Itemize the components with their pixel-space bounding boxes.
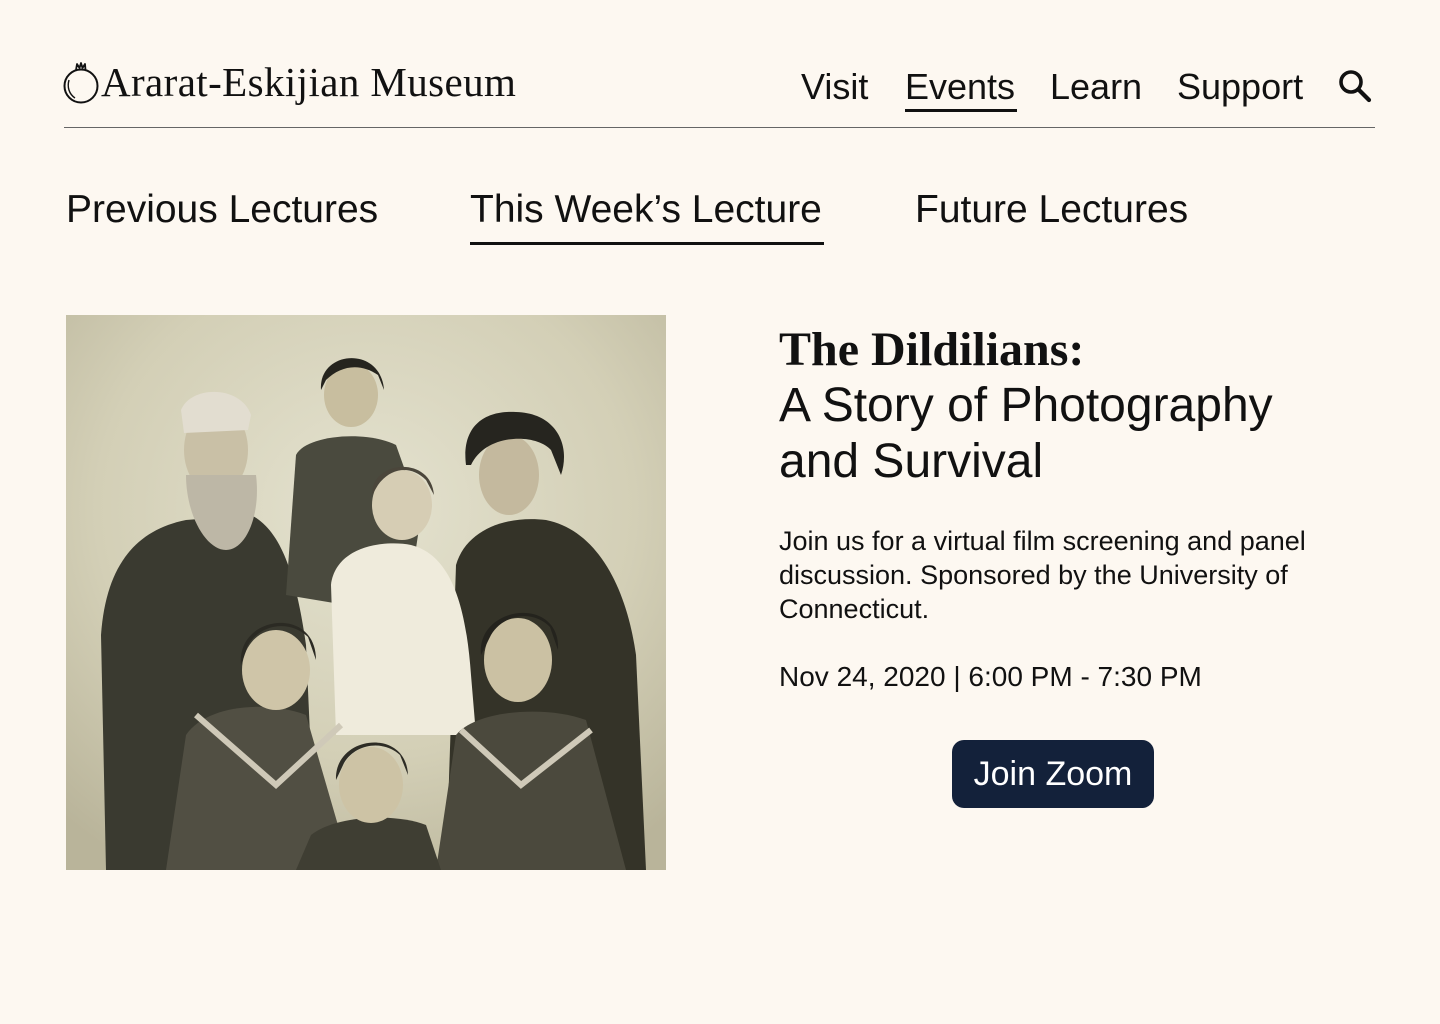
nav-item-learn[interactable]: Learn bbox=[1050, 66, 1142, 108]
lecture-title: The Dildilians: bbox=[779, 323, 1085, 376]
brand-name: Ararat-Eskijian Museum bbox=[101, 58, 517, 105]
page: Ararat-Eskijian Museum Visit Events Lear… bbox=[0, 0, 1440, 1024]
tab-previous-lectures[interactable]: Previous Lectures bbox=[66, 186, 378, 234]
tab-future-lectures[interactable]: Future Lectures bbox=[915, 186, 1188, 234]
tab-this-weeks-lecture[interactable]: This Week’s Lecture bbox=[470, 186, 824, 245]
nav-item-visit[interactable]: Visit bbox=[801, 66, 868, 108]
join-zoom-button[interactable]: Join Zoom bbox=[952, 740, 1154, 808]
site-header: Ararat-Eskijian Museum Visit Events Lear… bbox=[63, 56, 1375, 128]
lecture-subtitle: A Story of Photography and Survival bbox=[779, 379, 1273, 488]
nav-item-support[interactable]: Support bbox=[1177, 66, 1303, 108]
lecture-datetime: Nov 24, 2020 | 6:00 PM - 7:30 PM bbox=[779, 661, 1202, 692]
family-portrait-image bbox=[66, 315, 666, 870]
pomegranate-icon bbox=[63, 62, 99, 104]
lecture-photo bbox=[66, 315, 666, 870]
search-icon[interactable] bbox=[1337, 68, 1373, 104]
lecture-details: The Dildilians: A Story of Photography a… bbox=[779, 322, 1379, 808]
nav-item-events[interactable]: Events bbox=[905, 66, 1018, 112]
brand-logo[interactable]: Ararat-Eskijian Museum bbox=[60, 60, 516, 104]
lecture-description: Join us for a virtual film screening and… bbox=[779, 526, 1306, 624]
